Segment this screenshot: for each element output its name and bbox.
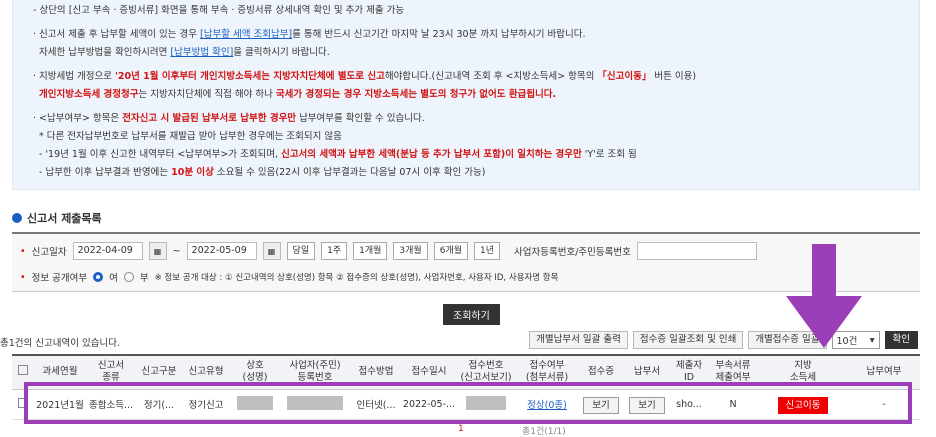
- disclose-label: 정보 공개여부: [31, 273, 88, 284]
- disclose-note: ※ 정보 공개 대상 : ① 신고내역의 상호(성명) 항목 ② 접수증의 상호…: [154, 273, 559, 283]
- select-all-checkbox[interactable]: [18, 365, 28, 376]
- notice-line: · <납부여부> 항목은 전자신고 시 발급된 납부서로 납부한 경우만 납부여…: [33, 113, 425, 124]
- notice-line: 개인지방소득세 경정청구는 지방자치단체에 직접 해야 하나 국세가 경정되는 …: [39, 89, 557, 100]
- tax-payment-link[interactable]: [납부할 세액 조회납부]: [200, 29, 292, 40]
- notice-line: * 다른 전자납부번호로 납부서를 재발급 받아 납부한 경우에는 조회되지 않…: [39, 131, 342, 142]
- calendar-icon[interactable]: ▦: [262, 242, 281, 260]
- quick-3m-button[interactable]: 3개월: [393, 242, 428, 260]
- quick-6m-button[interactable]: 6개월: [433, 242, 469, 260]
- notice-line: · 신고서 제출 후 납부할 세액이 있는 경우 [납부할 세액 조회납부]를 …: [33, 29, 586, 40]
- page-number[interactable]: 1: [458, 424, 464, 434]
- disclose-no-radio[interactable]: [123, 272, 134, 282]
- bizno-label: 사업자등록번호/주민등록번호: [514, 247, 631, 258]
- down-arrow-shaft: [812, 244, 836, 296]
- notice-line: 자세한 납부방법을 확인하시려면 [납부방법 확인]을 클릭하시기 바랍니다.: [39, 47, 330, 58]
- search-button[interactable]: 조회하기: [443, 304, 500, 325]
- search-box: • 신고일자 2022-04-09 ▦ ~ 2022-05-09 ▦ 당일 1주 …: [12, 232, 920, 292]
- confirm-button[interactable]: 확인: [884, 331, 918, 349]
- bizno-input[interactable]: [636, 242, 757, 260]
- quick-1y-button[interactable]: 1년: [474, 242, 501, 260]
- result-count: 총1건의 신고내역이 있습니다.: [0, 338, 120, 349]
- bullet-icon: [12, 213, 22, 223]
- bulk-receipt-print-button[interactable]: 접수증 일괄조회 및 인쇄: [632, 331, 744, 349]
- notice-line: - 상단의 [신고 부속 · 증빙서류] 화면을 통해 부속 · 증빙서류 상세…: [33, 5, 405, 16]
- notice-box: - 상단의 [신고 부속 · 증빙서류] 화면을 통해 부속 · 증빙서류 상세…: [12, 0, 920, 190]
- notice-line: - 납부한 이후 납부결과 반영에는 10분 이상 소요될 수 있음(22시 이…: [39, 167, 486, 178]
- payment-method-link[interactable]: [납부방법 확인]: [170, 47, 233, 58]
- quick-1w-button[interactable]: 1주: [321, 242, 348, 260]
- quick-1m-button[interactable]: 1개월: [353, 242, 388, 260]
- disclose-yes-radio[interactable]: [93, 272, 104, 282]
- down-arrow-icon: [786, 296, 862, 348]
- bulk-bill-print-button[interactable]: 개별납부서 일괄 출력: [529, 331, 628, 349]
- notice-line: - '19년 1월 이후 신고한 내역부터 <납부여부>가 조회되며, 신고서의…: [39, 149, 637, 160]
- section-title: 신고서 제출목록: [12, 210, 102, 226]
- row-highlight-box: [24, 382, 912, 424]
- calendar-icon[interactable]: ▦: [148, 242, 167, 260]
- date-to-input[interactable]: 2022-05-09: [186, 242, 257, 260]
- chevron-down-icon: ▾: [869, 334, 875, 346]
- page-total: 총1건(1/1): [522, 427, 566, 437]
- notice-line: · 지방세법 개정으로 '20년 1월 이후부터 개인지방소득세는 지방자치단체…: [33, 71, 697, 82]
- quick-today-button[interactable]: 당일: [286, 242, 316, 260]
- date-label: 신고일자: [31, 247, 67, 258]
- date-from-input[interactable]: 2022-04-09: [72, 242, 143, 260]
